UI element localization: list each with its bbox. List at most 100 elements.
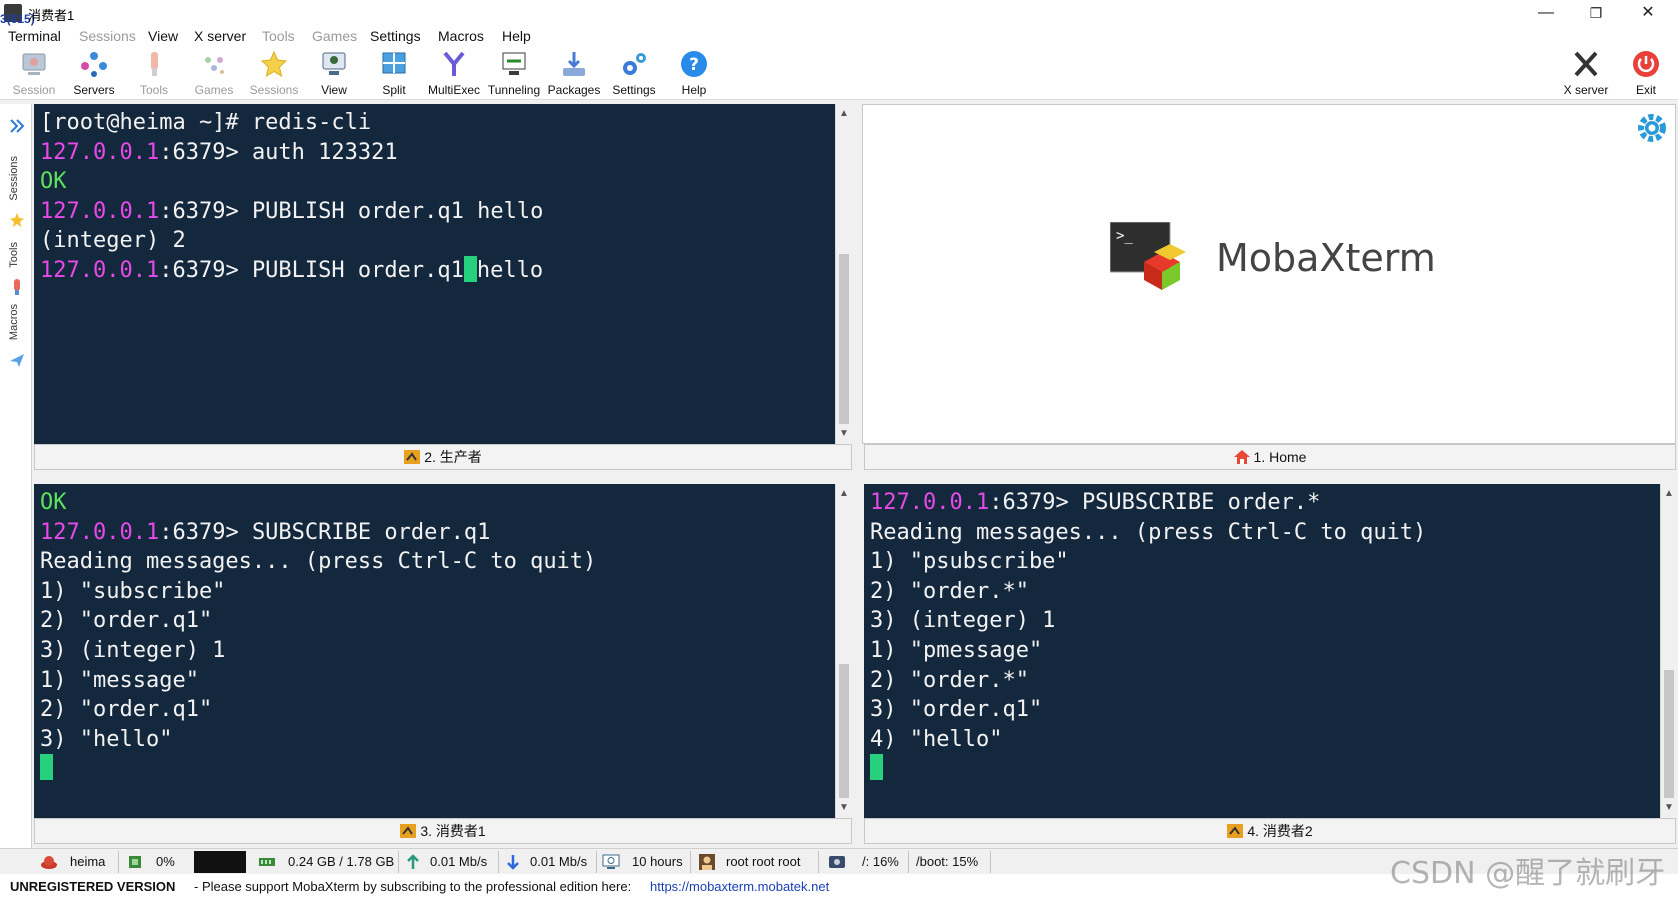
side-strip: Sessions Tools Macros	[0, 104, 32, 858]
scroll-thumb[interactable]	[1664, 670, 1674, 798]
uptime-icon	[602, 854, 620, 869]
scroll-up-icon[interactable]: ▲	[836, 486, 852, 502]
servers-icon	[81, 52, 107, 77]
menu-bar: Terminal Sessions View X server Tools Ga…	[0, 26, 1678, 48]
csdn-watermark: CSDN @醒了就刷牙	[1390, 856, 1666, 891]
disk-icon	[829, 856, 845, 868]
consumer2-scrollbar[interactable]: ▲ ▼	[1660, 484, 1677, 818]
xserver-icon	[1574, 51, 1598, 77]
status-download: 0.01 Mb/s	[530, 854, 588, 869]
status-upload: 0.01 Mb/s	[430, 854, 488, 869]
tab-home[interactable]: 1. Home	[864, 444, 1676, 470]
support-message: - Please support MobaXterm by subscribin…	[194, 879, 632, 894]
menu-help[interactable]: Help	[502, 28, 531, 44]
packages-button[interactable]: Packages	[544, 48, 604, 100]
maximize-button[interactable]: ❐	[1576, 2, 1616, 24]
xserver-button[interactable]: X server	[1556, 48, 1616, 100]
double-chevron-icon[interactable]	[9, 118, 25, 134]
consumer1-terminal[interactable]: OK 127.0.0.1:6379> SUBSCRIBE order.q1 Re…	[34, 484, 852, 818]
minimize-button[interactable]: —	[1526, 2, 1566, 24]
star-icon	[260, 50, 288, 78]
window-title: 消费者1	[28, 8, 75, 23]
menu-macros[interactable]: Macros	[438, 28, 484, 44]
scroll-thumb[interactable]	[839, 254, 849, 424]
cpu-graph	[194, 851, 246, 873]
side-tab-macros[interactable]: Macros	[8, 304, 20, 340]
terminal-tab-icon	[400, 824, 417, 838]
scroll-up-icon[interactable]: ▲	[836, 106, 852, 122]
support-link[interactable]: https://mobaxterm.mobatek.net	[650, 879, 829, 894]
scroll-up-icon[interactable]: ▲	[1661, 486, 1677, 502]
split-icon	[382, 52, 406, 74]
gear-icon	[623, 53, 646, 75]
download-icon	[507, 855, 519, 870]
menu-view[interactable]: View	[148, 28, 178, 44]
menu-games[interactable]: Games	[312, 28, 357, 44]
games-icon	[205, 57, 224, 74]
scroll-down-icon[interactable]: ▼	[1661, 800, 1677, 816]
mobaxterm-logo-icon: >_	[1110, 222, 1186, 290]
scroll-down-icon[interactable]: ▼	[836, 800, 852, 816]
unregistered-label: UNREGISTERED VERSION	[10, 879, 176, 894]
scroll-down-icon[interactable]: ▼	[836, 426, 852, 442]
tunneling-icon	[502, 52, 526, 75]
menu-terminal[interactable]: Terminal	[8, 28, 61, 44]
view-button[interactable]: View	[304, 48, 364, 100]
cpu-icon	[129, 856, 141, 868]
toolbar: Session Servers Tools Games Sessions Vie…	[0, 48, 1678, 100]
producer-output: [root@heima ~]# redis-cli 127.0.0.1:6379…	[40, 110, 544, 283]
producer-scrollbar[interactable]: ▲ ▼	[835, 104, 852, 444]
packages-icon	[563, 52, 585, 76]
help-icon: ?	[681, 51, 707, 77]
multiexec-button[interactable]: MultiExec	[424, 48, 484, 100]
session-button[interactable]: Session	[4, 48, 64, 100]
side-tab-sessions[interactable]: Sessions	[8, 156, 20, 201]
close-button[interactable]: ✕	[1628, 2, 1668, 24]
help-button[interactable]: ? Help	[664, 48, 724, 100]
tools-icon	[151, 52, 158, 76]
menu-settings[interactable]: Settings	[370, 28, 421, 44]
side-tab-tools[interactable]: Tools	[8, 242, 20, 268]
title-bar: 3(615) 消费者1 — ❐ ✕	[0, 0, 1678, 26]
terminal-tab-icon	[1227, 824, 1244, 838]
menu-sessions[interactable]: Sessions	[79, 28, 136, 44]
tab-consumer1[interactable]: 3. 消费者1	[34, 818, 852, 844]
user-icon	[699, 854, 715, 870]
tab-producer[interactable]: 2. 生产者	[34, 444, 852, 470]
status-root-disk: /: 16%	[862, 854, 899, 869]
status-boot-disk: /boot: 15%	[916, 854, 979, 869]
menu-xserver[interactable]: X server	[194, 28, 246, 44]
status-users: root root root	[726, 854, 801, 869]
tab-consumer2[interactable]: 4. 消费者2	[864, 818, 1676, 844]
status-uptime: 10 hours	[632, 854, 683, 869]
consumer1-scrollbar[interactable]: ▲ ▼	[835, 484, 852, 818]
svg-text:?: ?	[689, 55, 699, 75]
home-brand-title: MobaXterm	[1216, 236, 1436, 280]
consumer1-output: OK 127.0.0.1:6379> SUBSCRIBE order.q1 Re…	[40, 488, 596, 784]
sessions-button[interactable]: Sessions	[244, 48, 304, 100]
producer-terminal[interactable]: [root@heima ~]# redis-cli 127.0.0.1:6379…	[34, 104, 852, 444]
status-host: heima	[70, 854, 106, 869]
tunneling-button[interactable]: Tunneling	[484, 48, 544, 100]
tools-button[interactable]: Tools	[124, 48, 184, 100]
consumer2-output: 127.0.0.1:6379> PSUBSCRIBE order.* Readi…	[870, 488, 1426, 784]
menu-tools[interactable]: Tools	[262, 28, 295, 44]
home-icon	[1233, 450, 1250, 464]
macro-plane-icon	[10, 354, 24, 367]
settings-button[interactable]: Settings	[604, 48, 664, 100]
status-cpu: 0%	[156, 854, 175, 869]
split-button[interactable]: Split	[364, 48, 424, 100]
exit-button[interactable]: Exit	[1616, 48, 1676, 100]
consumer2-terminal[interactable]: 127.0.0.1:6379> PSUBSCRIBE order.* Readi…	[864, 484, 1660, 818]
terminal-cursor	[40, 754, 53, 781]
power-icon	[1633, 51, 1659, 77]
gear-icon[interactable]	[1636, 112, 1668, 144]
terminal-tab-icon	[404, 450, 421, 464]
scroll-thumb[interactable]	[839, 664, 849, 798]
servers-button[interactable]: Servers	[64, 48, 124, 100]
games-button[interactable]: Games	[184, 48, 244, 100]
multiexec-icon	[443, 51, 465, 76]
session-icon	[22, 53, 46, 75]
upload-icon	[407, 854, 419, 869]
star-icon	[10, 213, 24, 227]
